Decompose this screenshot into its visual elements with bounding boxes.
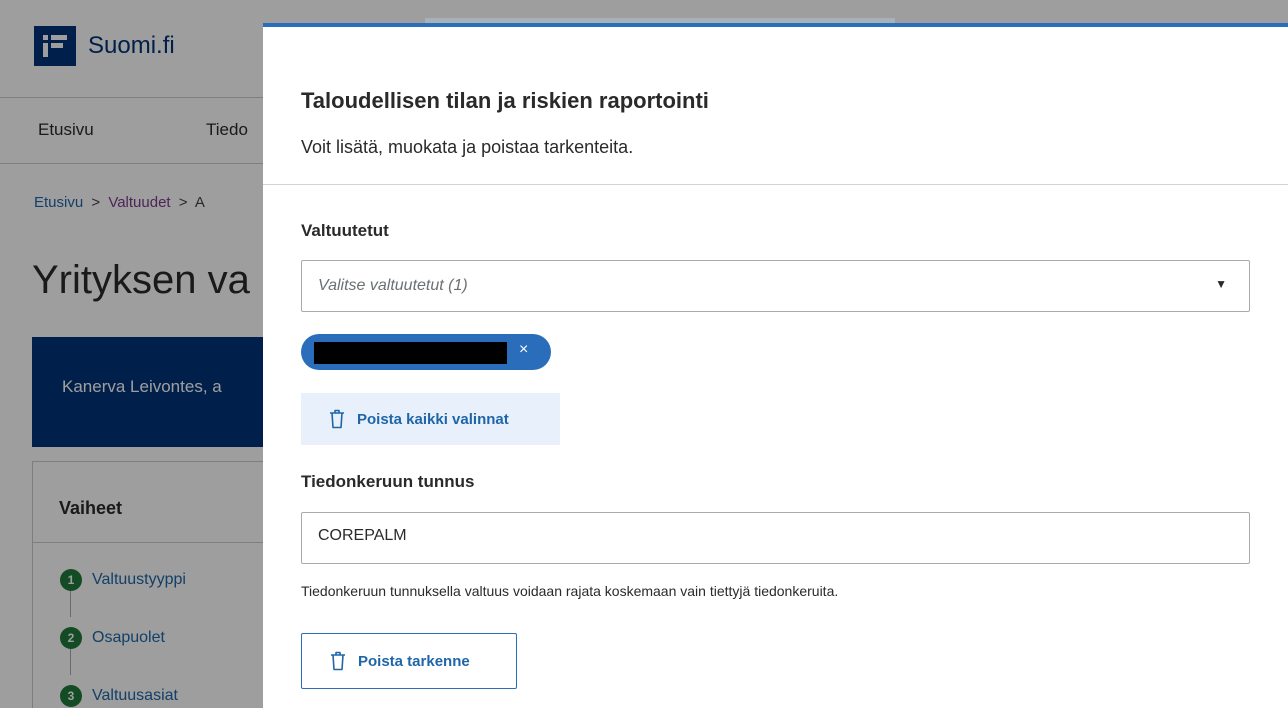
edit-modal: Taloudellisen tilan ja riskien raportoin…	[263, 23, 1288, 708]
authorized-label: Valtuutetut	[301, 221, 389, 240]
remove-qualifier-button[interactable]: Poista tarkenne	[301, 633, 517, 689]
clear-all-selections-button[interactable]: Poista kaikki valinnat	[301, 393, 560, 445]
select-placeholder: Valitse valtuutetut (1)	[318, 277, 468, 294]
remove-qualifier-label: Poista tarkenne	[358, 652, 470, 670]
trash-icon	[330, 409, 344, 429]
collection-id-label: Tiedonkeruun tunnus	[301, 472, 475, 491]
trash-icon	[331, 651, 345, 671]
clear-all-label: Poista kaikki valinnat	[357, 410, 509, 428]
modal-subtitle: Voit lisätä, muokata ja poistaa tarkente…	[301, 137, 634, 157]
authorized-select[interactable]: Valitse valtuutetut (1) ▼	[301, 260, 1250, 312]
selected-authorized-chip: ×	[301, 334, 551, 370]
collection-id-hint: Tiedonkeruun tunnuksella valtuus voidaan…	[301, 583, 839, 599]
modal-title: Taloudellisen tilan ja riskien raportoin…	[301, 88, 709, 113]
modal-header: Taloudellisen tilan ja riskien raportoin…	[263, 27, 1288, 185]
caret-down-icon: ▼	[1215, 277, 1227, 291]
close-icon[interactable]: ×	[519, 341, 528, 359]
redacted-name	[314, 342, 507, 364]
collection-id-input[interactable]	[318, 527, 1218, 545]
collection-id-field[interactable]	[301, 512, 1250, 564]
